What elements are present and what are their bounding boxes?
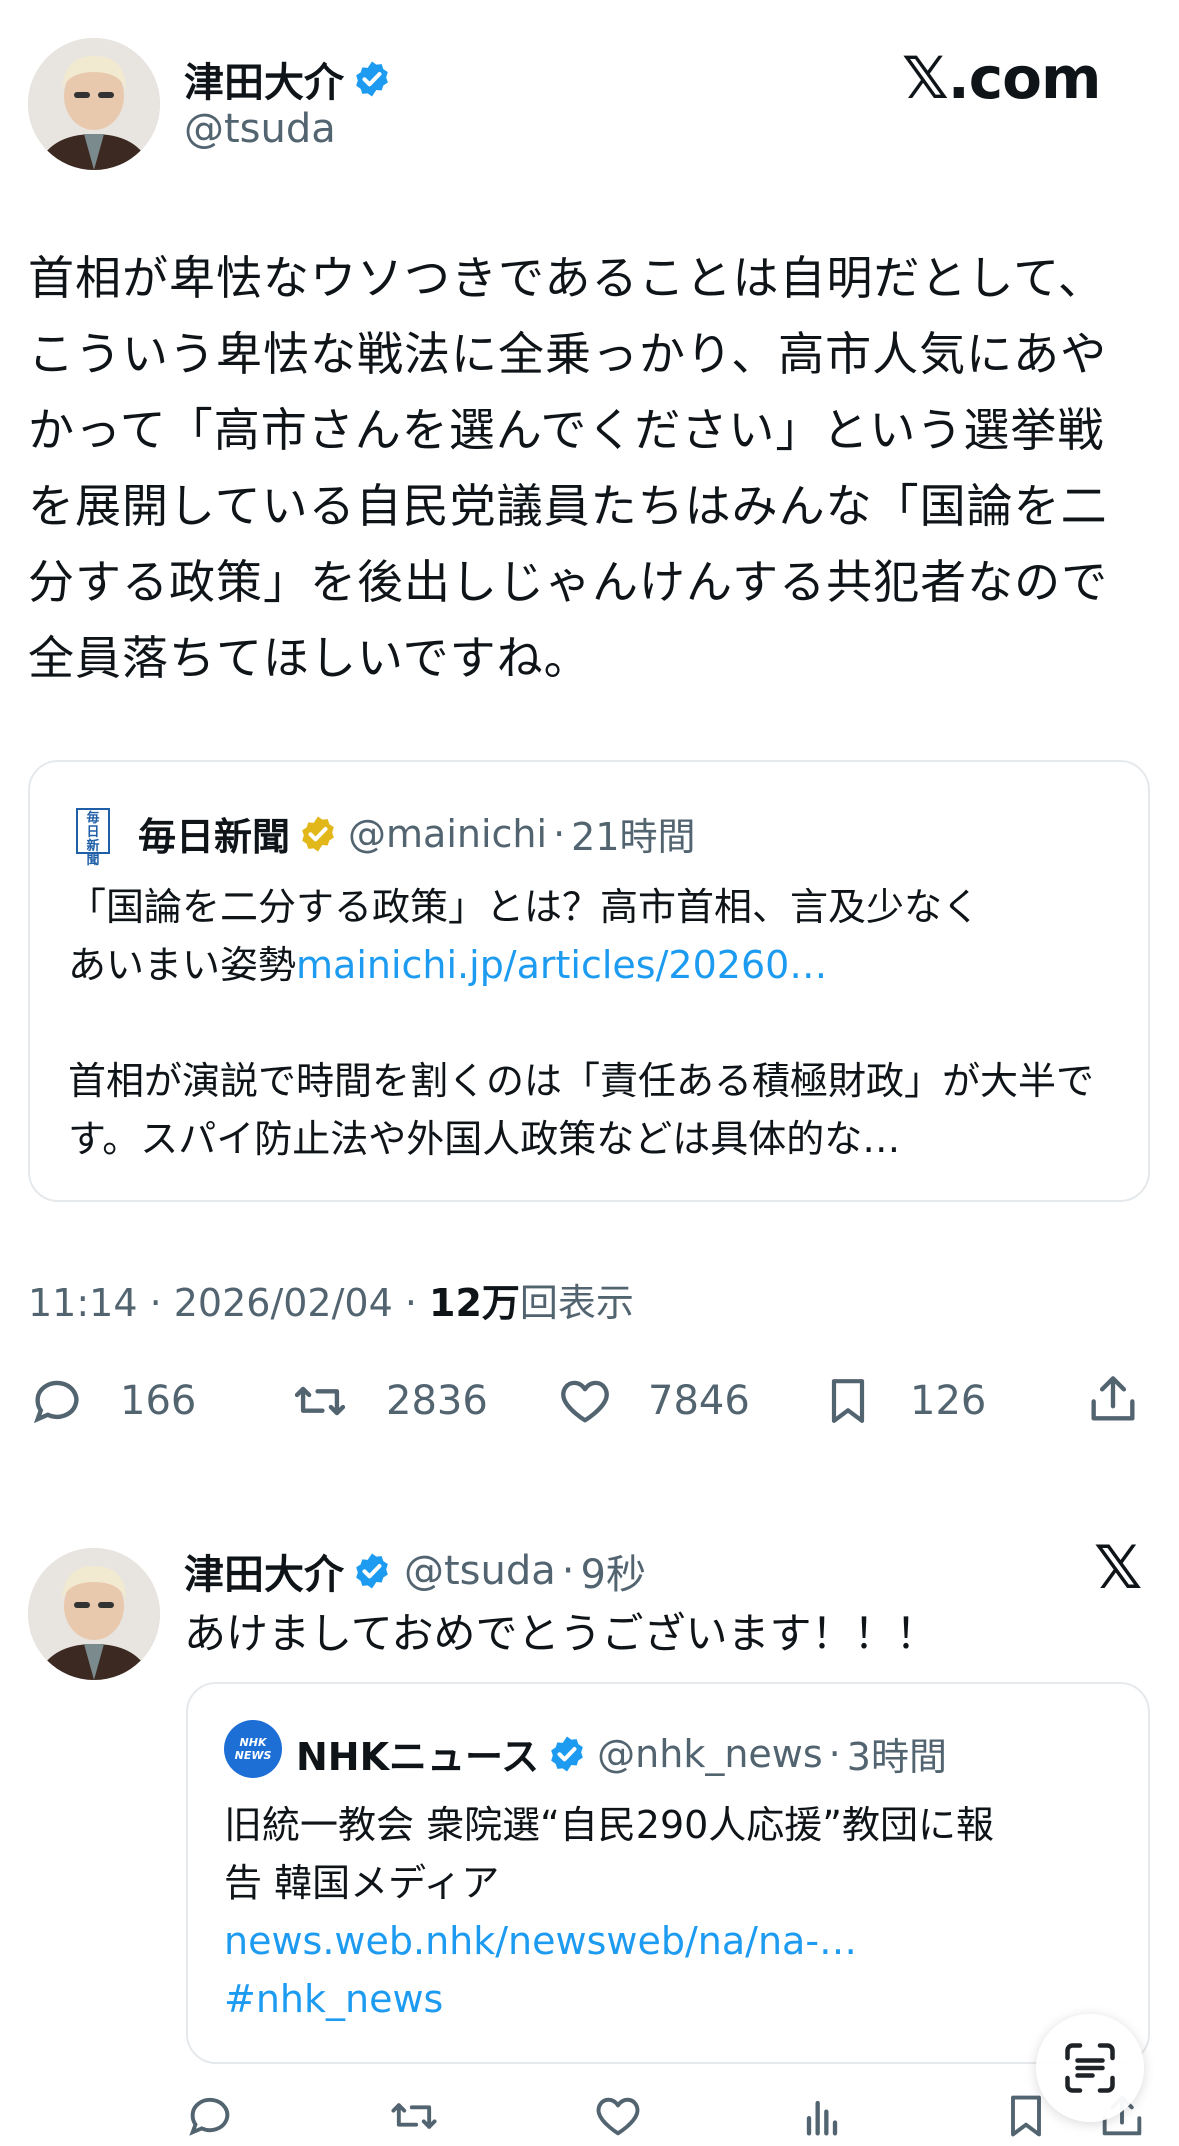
quote-author-name[interactable]: 毎日新聞 xyxy=(138,806,290,861)
bookmark-button[interactable]: 126 xyxy=(820,1372,986,1430)
second-author-handle[interactable]: @tsuda xyxy=(404,1548,556,1594)
second-reply-button[interactable] xyxy=(184,2090,236,2146)
mainichi-logo-text: 毎日新聞 xyxy=(86,811,100,868)
bookmark-count: 126 xyxy=(910,1378,987,1424)
repost-button[interactable]: 2836 xyxy=(288,1372,488,1430)
quote-article-link[interactable]: mainichi.jp/articles/20260… xyxy=(296,943,827,987)
author-name[interactable]: 津田大介 xyxy=(184,50,344,108)
separator-dot: · xyxy=(561,1548,575,1594)
nhk-text-line2: 告 韓国メディア xyxy=(224,1861,500,1905)
verified-badge-icon xyxy=(352,1551,392,1591)
view-count: 12万 xyxy=(429,1281,520,1325)
separator-dot: · xyxy=(828,1731,841,1776)
like-button[interactable]: 7846 xyxy=(556,1372,750,1430)
second-views-button[interactable] xyxy=(796,2090,848,2146)
heart-icon xyxy=(596,2097,640,2136)
repost-icon xyxy=(391,2103,437,2129)
nhk-hashtag[interactable]: #nhk_news xyxy=(224,1970,1124,2028)
text-scan-button[interactable] xyxy=(1036,2014,1144,2122)
nhk-account-name[interactable]: NHKニュース xyxy=(296,1726,539,1781)
nhk-post-time: 3時間 xyxy=(846,1735,947,1779)
mainichi-logo-icon: 毎日新聞 xyxy=(76,808,110,868)
post-text: 首相が卑怯なウソつきであることは自明だとして、こういう卑怯な戦法に全乗っかり、高… xyxy=(28,251,1109,685)
reply-icon xyxy=(33,1380,79,1424)
second-post-text: あけましておめでとうございます！！！ xyxy=(184,1609,938,1658)
nhk-logo-text: NHK NEWS xyxy=(234,1736,272,1762)
author-handle[interactable]: @tsuda xyxy=(184,106,336,152)
reply-button[interactable]: 166 xyxy=(28,1372,196,1430)
second-repost-button[interactable] xyxy=(386,2090,442,2146)
nhk-quoted-card[interactable]: NHK NEWS NHKニュース @nhk_news · 3時間 旧統一教会 衆… xyxy=(186,1682,1150,2064)
quote-author-handle[interactable]: @mainichi xyxy=(348,812,547,856)
quote-text-line2: あいまい姿勢 xyxy=(68,943,297,987)
like-count: 7846 xyxy=(648,1378,750,1424)
repost-icon xyxy=(294,1386,346,1416)
nhk-logo-icon: NHK NEWS xyxy=(224,1720,282,1778)
second-author-name[interactable]: 津田大介 xyxy=(184,1542,344,1600)
x-com-logo: 𝕏.com xyxy=(902,44,1101,112)
second-bookmark-button[interactable] xyxy=(1000,2090,1052,2146)
separator-dot: · xyxy=(553,811,566,856)
author-avatar[interactable] xyxy=(28,38,160,170)
verified-badge-icon xyxy=(352,59,392,99)
reply-count: 166 xyxy=(120,1378,197,1424)
x-logo-icon[interactable]: 𝕏 xyxy=(1094,1538,1142,1598)
text-scan-icon xyxy=(1065,2043,1115,2093)
quoted-post-card[interactable]: 毎日新聞 毎日新聞 @mainichi · 21時間 「国論を二分する政策」とは… xyxy=(28,760,1150,1202)
verified-gold-badge-icon xyxy=(298,814,338,854)
analytics-icon xyxy=(806,2100,838,2136)
bookmark-icon xyxy=(831,1379,865,1423)
share-icon xyxy=(1091,1376,1135,1421)
second-post-time: 9秒 xyxy=(580,1552,646,1598)
view-label: 回表示 xyxy=(519,1281,634,1325)
second-author-avatar[interactable] xyxy=(28,1548,160,1680)
reply-icon xyxy=(189,2097,230,2136)
repost-count: 2836 xyxy=(386,1378,488,1424)
quote-text-para2: 首相が演説で時間を割くのは「責任ある積極財政」が大半です。スパイ防止法や外国人政… xyxy=(68,1059,1095,1161)
quote-time: 21時間 xyxy=(571,815,696,859)
nhk-text-line1: 旧統一教会 衆院選“自民290人応援”教団に報 xyxy=(224,1803,994,1847)
heart-icon xyxy=(561,1380,609,1423)
quote-text-line1: 「国論を二分する政策」とは？高市首相、言及少なく xyxy=(68,885,981,929)
verified-badge-icon xyxy=(547,1734,587,1774)
post-timestamp[interactable]: 11:14 · 2026/02/04 · xyxy=(28,1281,429,1325)
second-like-button[interactable] xyxy=(592,2090,644,2146)
share-button[interactable] xyxy=(1084,1370,1142,1432)
nhk-article-link[interactable]: news.web.nhk/newsweb/na/na-… xyxy=(224,1912,1124,1970)
nhk-handle[interactable]: @nhk_news xyxy=(597,1732,823,1776)
